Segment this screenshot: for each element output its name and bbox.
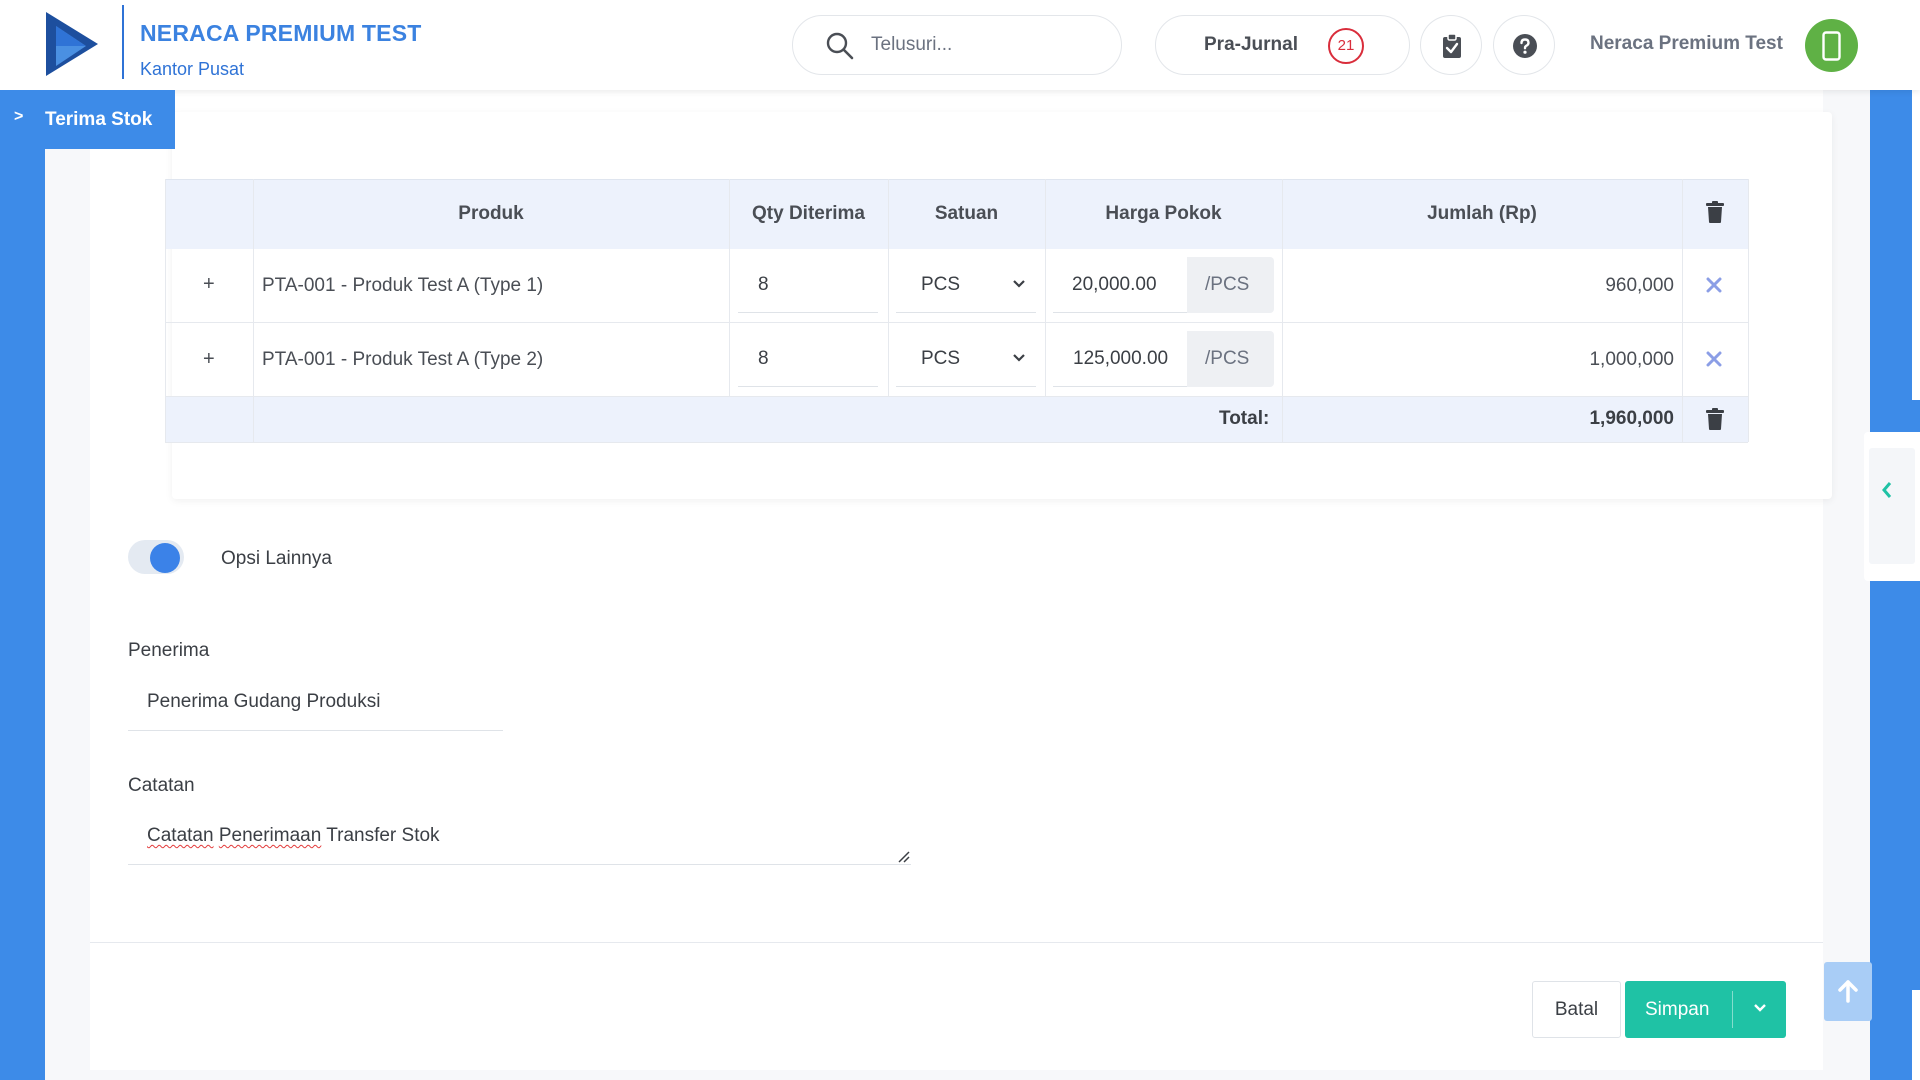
unit-select[interactable]: PCS	[896, 331, 1036, 387]
other-options-label: Opsi Lainnya	[221, 548, 332, 569]
save-split-divider	[1732, 991, 1733, 1028]
remove-row-icon[interactable]	[1706, 277, 1722, 293]
trash-icon[interactable]	[1706, 408, 1724, 430]
toggle-knob	[150, 543, 180, 573]
user-avatar[interactable]	[1805, 19, 1858, 72]
resize-handle-icon[interactable]	[897, 850, 911, 864]
brand-divider	[122, 5, 124, 79]
notes-label: Catatan	[128, 775, 195, 796]
search-box[interactable]	[792, 15, 1122, 75]
total-value: 1,960,000	[1589, 408, 1674, 429]
price-input[interactable]	[1053, 331, 1188, 387]
product-name[interactable]: PTA-001 - Produk Test A (Type 1)	[262, 275, 543, 297]
chevron-left-icon	[1882, 482, 1892, 498]
grid-line	[253, 397, 254, 442]
grid-line	[1045, 179, 1046, 396]
help-icon	[1513, 34, 1537, 58]
chevron-right-icon: >	[14, 108, 24, 125]
top-header: NERACA PREMIUM TEST Kantor Pusat Pra-Jur…	[0, 0, 1920, 90]
save-label: Simpan	[1645, 999, 1710, 1020]
page-tab-terima-stok[interactable]: > Terima Stok	[0, 90, 175, 149]
side-panel-toggle[interactable]	[1864, 432, 1920, 581]
tasks-button[interactable]	[1420, 15, 1482, 75]
header-produk: Produk	[458, 203, 524, 224]
notes-textarea[interactable]: Catatan Penerimaan Transfer Stok	[128, 808, 911, 865]
notes-word-1: Catatan	[147, 825, 214, 846]
product-name[interactable]: PTA-001 - Produk Test A (Type 2)	[262, 349, 543, 371]
chevron-down-icon	[1013, 354, 1025, 362]
unit-addon-text: /PCS	[1205, 274, 1250, 295]
unit-addon: /PCS	[1187, 331, 1274, 387]
expand-row-button[interactable]: +	[203, 273, 215, 296]
expand-row-button[interactable]: +	[203, 348, 215, 371]
unit-select[interactable]: PCS	[896, 257, 1036, 313]
help-button[interactable]	[1493, 15, 1555, 75]
grid-line	[729, 179, 730, 396]
notes-text: Catatan Penerimaan Transfer Stok	[147, 825, 440, 847]
header-harga: Harga Pokok	[1105, 203, 1222, 224]
unit-addon: /PCS	[1187, 257, 1274, 313]
branch-name[interactable]: Kantor Pusat	[140, 59, 244, 80]
other-options-toggle[interactable]	[128, 540, 184, 574]
prajurnal-count-badge: 21	[1328, 28, 1364, 64]
grid-line	[1682, 397, 1683, 442]
arrow-up-icon	[1838, 980, 1858, 1003]
scroll-to-top-button[interactable]	[1824, 962, 1872, 1021]
header-jumlah: Jumlah (Rp)	[1427, 203, 1537, 224]
unit-addon-text: /PCS	[1205, 348, 1250, 369]
qty-input[interactable]	[738, 331, 878, 387]
table-bottom-border	[165, 442, 1748, 443]
app-logo-icon[interactable]	[46, 12, 98, 76]
chevron-down-icon	[1013, 280, 1025, 288]
chevron-down-icon[interactable]	[1753, 1003, 1767, 1013]
grid-line	[1748, 179, 1749, 442]
footer-divider	[90, 942, 1823, 943]
prajurnal-label: Pra-Jurnal	[1204, 34, 1298, 55]
user-name[interactable]: Neraca Premium Test	[1590, 33, 1783, 55]
page-title: Terima Stok	[45, 109, 153, 130]
prajurnal-button[interactable]: Pra-Jurnal 21	[1155, 15, 1410, 75]
receiver-input[interactable]	[128, 674, 503, 731]
qty-input[interactable]	[738, 257, 878, 313]
save-button[interactable]: Simpan	[1625, 981, 1786, 1038]
total-label: Total:	[1219, 408, 1270, 429]
row-amount: 960,000	[1605, 275, 1674, 296]
notes-rest: Transfer Stok	[326, 825, 440, 846]
search-icon	[826, 32, 854, 60]
unit-value: PCS	[921, 348, 961, 369]
remove-row-icon[interactable]	[1706, 351, 1722, 367]
row-divider	[165, 322, 1748, 323]
trash-icon[interactable]	[1706, 201, 1724, 223]
side-panel-toggle-inner	[1869, 448, 1915, 564]
search-input[interactable]	[871, 30, 1101, 60]
unit-value: PCS	[921, 274, 961, 295]
receiver-label: Penerima	[128, 640, 210, 661]
mobile-icon	[1822, 31, 1841, 61]
header-satuan: Satuan	[934, 203, 999, 224]
company-name[interactable]: NERACA PREMIUM TEST	[140, 20, 422, 47]
cancel-button[interactable]: Batal	[1532, 981, 1621, 1038]
grid-line	[1282, 397, 1283, 442]
clipboard-check-icon	[1443, 33, 1461, 58]
notes-word-2: Penerimaan	[218, 825, 322, 846]
grid-line	[888, 179, 889, 396]
price-input[interactable]	[1053, 257, 1188, 313]
header-qty: Qty Diterima	[752, 203, 865, 224]
row-amount: 1,000,000	[1589, 349, 1674, 370]
